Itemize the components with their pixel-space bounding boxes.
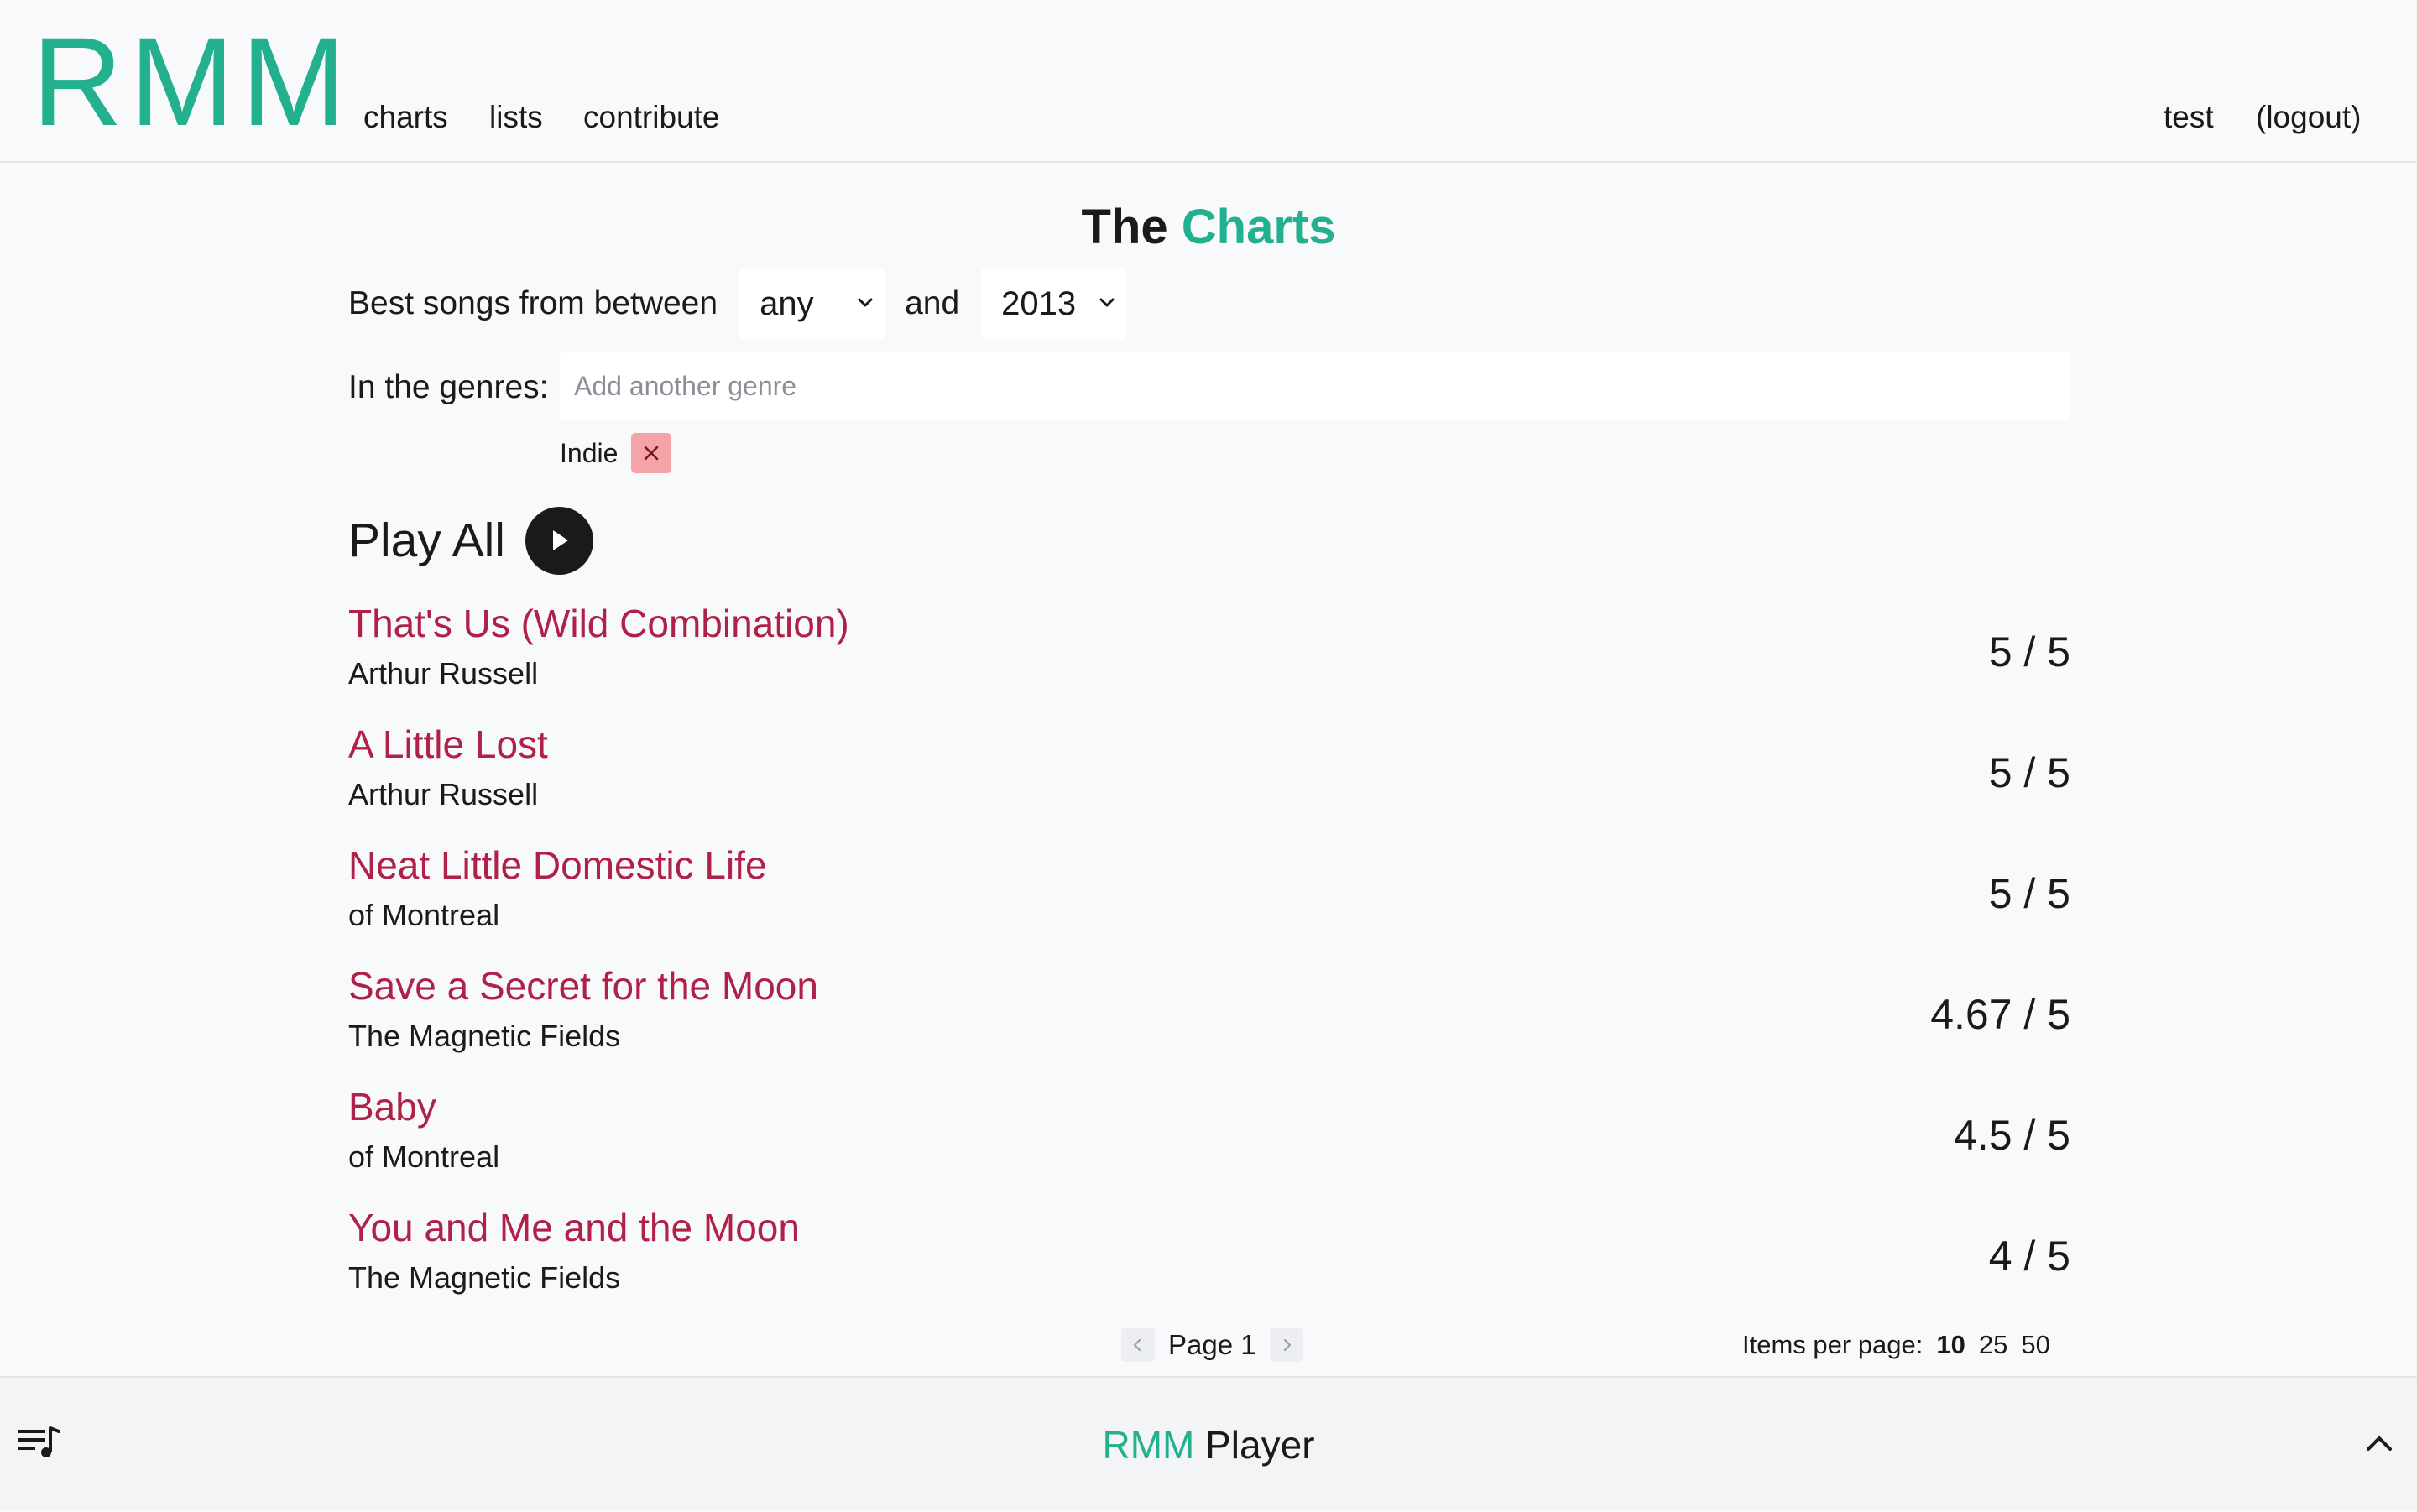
play-all-label: Play All: [348, 514, 505, 567]
song-rating: 5 / 5: [1988, 749, 2070, 796]
song-artist: Arthur Russell: [348, 777, 539, 811]
song-title-link[interactable]: Neat Little Domestic Life: [348, 839, 767, 891]
items-per-page: Items per page: 10 25 50: [1742, 1327, 2050, 1363]
song-rating: 4 / 5: [1988, 1233, 2070, 1280]
song-artist: of Montreal: [348, 1139, 500, 1174]
play-all-section: Play All: [348, 505, 593, 576]
song-row: A Little Lost Arthur Russell 5 / 5: [348, 718, 2070, 839]
chevron-right-icon: [1283, 1338, 1291, 1352]
per-page-option-50[interactable]: 50: [2021, 1327, 2049, 1363]
page-title: The Charts: [0, 198, 2417, 257]
chevron-left-icon: [1133, 1338, 1141, 1352]
song-row: That's Us (Wild Combination) Arthur Russ…: [348, 597, 2070, 718]
year-from-select[interactable]: any: [739, 269, 885, 339]
song-title-link[interactable]: You and Me and the Moon: [348, 1202, 800, 1254]
song-title-link[interactable]: That's Us (Wild Combination): [348, 597, 849, 649]
genre-search-input[interactable]: [560, 352, 2070, 420]
song-row: Baby of Montreal 4.5 / 5: [348, 1081, 2070, 1202]
song-rating: 4.5 / 5: [1954, 1112, 2070, 1159]
song-list: That's Us (Wild Combination) Arthur Russ…: [348, 597, 2070, 1322]
year-to-select[interactable]: 2013: [981, 269, 1127, 339]
page-title-accent: Charts: [1181, 200, 1336, 254]
close-icon: [645, 446, 659, 461]
nav-link-lists[interactable]: lists: [489, 99, 543, 136]
song-artist: The Magnetic Fields: [348, 1019, 621, 1053]
chevron-down-icon: [858, 298, 873, 307]
logout-link[interactable]: (logout): [2256, 99, 2361, 136]
items-per-page-label: Items per page:: [1742, 1330, 1924, 1359]
per-page-option-10[interactable]: 10: [1936, 1327, 1965, 1363]
song-artist: of Montreal: [348, 898, 500, 932]
year-filter-label: Best songs from between: [348, 285, 718, 321]
next-page-button[interactable]: [1269, 1328, 1303, 1362]
player-title: RMM Player: [0, 1378, 2417, 1512]
year-filter-and: and: [905, 285, 960, 321]
year-filter: Best songs from between any and 2013: [348, 269, 1127, 339]
genre-tag: Indie: [560, 433, 672, 473]
chevron-down-icon: [1099, 298, 1115, 307]
per-page-option-25[interactable]: 25: [1979, 1327, 2007, 1363]
previous-page-button[interactable]: [1121, 1328, 1155, 1362]
song-rating: 4.67 / 5: [1930, 991, 2070, 1038]
page-title-plain: The: [1081, 200, 1168, 254]
genre-tag-label: Indie: [560, 438, 619, 468]
song-rating: 5 / 5: [1988, 628, 2070, 675]
play-all-button[interactable]: [525, 506, 593, 575]
nav-link-contribute[interactable]: contribute: [583, 99, 720, 136]
top-navigation-bar: RMM charts lists contribute test (logout…: [0, 0, 2417, 163]
song-title-link[interactable]: A Little Lost: [348, 718, 548, 770]
page-indicator: Page 1: [1168, 1329, 1256, 1360]
player-brand: RMM: [1102, 1423, 1195, 1467]
song-artist: Arthur Russell: [348, 656, 539, 691]
song-row: Save a Secret for the Moon The Magnetic …: [348, 960, 2070, 1081]
song-title-link[interactable]: Save a Secret for the Moon: [348, 960, 818, 1012]
play-icon: [553, 530, 569, 550]
song-rating: 5 / 5: [1988, 870, 2070, 917]
year-to-value: 2013: [1001, 285, 1077, 322]
pagination: Page 1: [1121, 1327, 1303, 1363]
site-logo[interactable]: RMM: [32, 18, 352, 144]
genres-label: In the genres:: [348, 369, 549, 405]
player-label: Player: [1205, 1423, 1315, 1467]
user-profile-link[interactable]: test: [2164, 99, 2214, 136]
genre-tag-remove-button[interactable]: [631, 433, 672, 473]
song-title-link[interactable]: Baby: [348, 1081, 436, 1133]
chevron-up-icon[interactable]: [2365, 1433, 2394, 1453]
year-from-value: any: [760, 285, 814, 322]
song-row: Neat Little Domestic Life of Montreal 5 …: [348, 839, 2070, 960]
song-artist: The Magnetic Fields: [348, 1260, 621, 1295]
music-player-bar: RMM Player: [0, 1376, 2417, 1510]
nav-link-charts[interactable]: charts: [363, 99, 448, 136]
song-row: You and Me and the Moon The Magnetic Fie…: [348, 1202, 2070, 1322]
